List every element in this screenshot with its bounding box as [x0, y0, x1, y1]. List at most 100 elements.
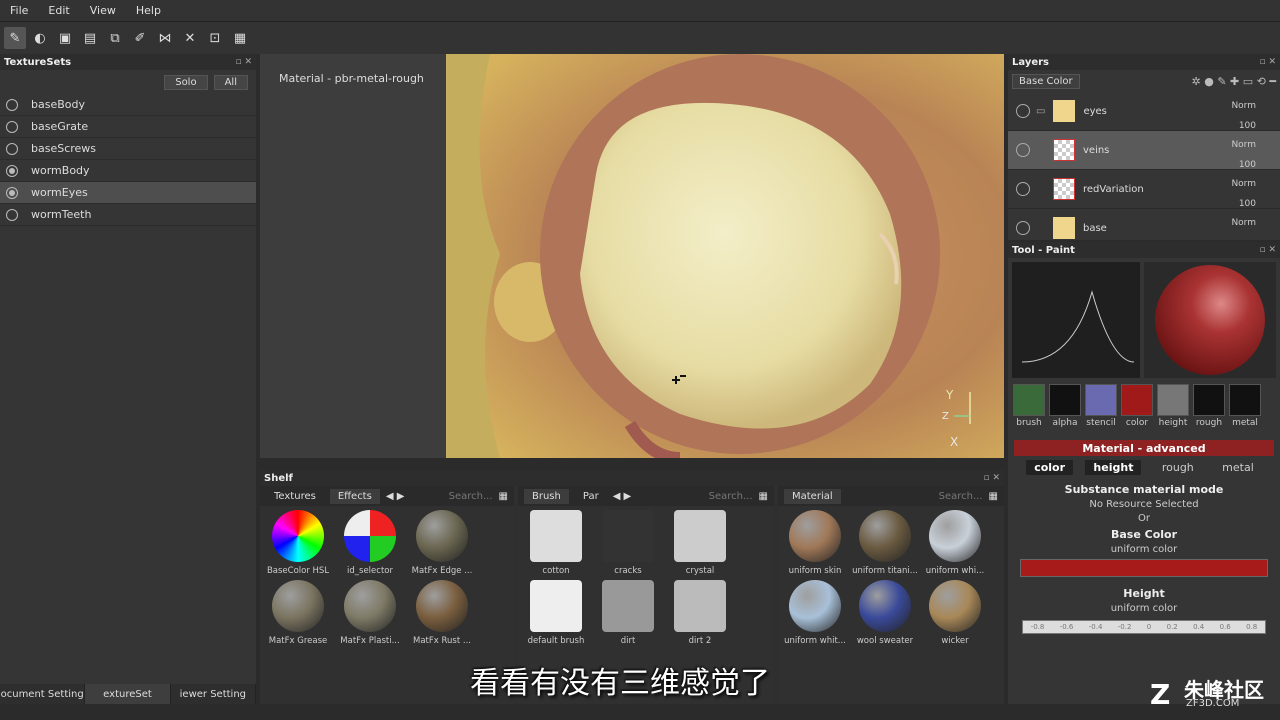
- layer-row[interactable]: ▭ eyes Norm 100: [1008, 92, 1280, 131]
- visibility-eye-icon[interactable]: [1016, 143, 1030, 157]
- panel-controls-icon[interactable]: ▫ ✕: [235, 57, 256, 67]
- symmetry-icon[interactable]: ⋈: [154, 27, 176, 49]
- tab-particles[interactable]: Par: [575, 489, 607, 504]
- radio-icon[interactable]: [6, 186, 18, 199]
- shelf-item[interactable]: wicker: [922, 580, 988, 646]
- square-icon[interactable]: ⊡: [204, 27, 226, 49]
- channel-color[interactable]: color: [1120, 384, 1154, 428]
- grid-view-icon[interactable]: ▦: [499, 491, 508, 502]
- eraser-icon[interactable]: ◐: [29, 27, 51, 49]
- textureset-row[interactable]: baseScrews: [0, 138, 256, 160]
- layer-row[interactable]: veins Norm 100: [1008, 131, 1280, 170]
- visibility-eye-icon[interactable]: [1016, 104, 1030, 118]
- tab-viewer-settings[interactable]: iewer Setting: [171, 684, 256, 704]
- tab-textureset-settings[interactable]: extureSet: [85, 684, 171, 704]
- shelf-item[interactable]: default brush: [522, 580, 590, 646]
- tab-brush[interactable]: Brush: [524, 488, 569, 504]
- paint-brush-icon[interactable]: ✎: [4, 27, 26, 49]
- shelf-item[interactable]: crystal: [666, 510, 734, 576]
- layer-opacity[interactable]: 100: [1239, 160, 1256, 170]
- grid-view-icon[interactable]: ▦: [989, 491, 998, 502]
- layer-row[interactable]: redVariation Norm 100: [1008, 170, 1280, 209]
- textureset-row[interactable]: baseGrate: [0, 116, 256, 138]
- layer-opacity[interactable]: 100: [1239, 121, 1256, 131]
- tab-material[interactable]: Material: [784, 488, 841, 504]
- menu-file[interactable]: File: [0, 4, 38, 17]
- textureset-row[interactable]: wormEyes: [0, 182, 256, 204]
- shelf-item[interactable]: uniform titani...: [852, 510, 918, 576]
- panel-controls-icon[interactable]: ▫ ✕: [1259, 57, 1280, 67]
- fill-icon[interactable]: ▤: [79, 27, 101, 49]
- shelf-item-label: BaseColor HSL: [266, 566, 330, 576]
- visibility-eye-icon[interactable]: [1016, 182, 1030, 196]
- layer-row[interactable]: base Norm: [1008, 209, 1280, 240]
- channel-metal[interactable]: metal: [1228, 384, 1262, 428]
- channel-alpha[interactable]: alpha: [1048, 384, 1082, 428]
- shelf-item[interactable]: MatFx Edge ...: [408, 510, 476, 576]
- textureset-row[interactable]: wormBody: [0, 160, 256, 182]
- channel-dropdown[interactable]: Base Color: [1012, 73, 1080, 89]
- shelf-item[interactable]: id_selector: [336, 510, 404, 576]
- projection-icon[interactable]: ▣: [54, 27, 76, 49]
- base-color-swatch[interactable]: [1020, 559, 1268, 577]
- solo-button[interactable]: Solo: [164, 74, 208, 90]
- prev-arrow-icon[interactable]: ◀ ▶: [613, 491, 632, 502]
- menu-help[interactable]: Help: [126, 4, 171, 17]
- shelf-item[interactable]: uniform whi...: [922, 510, 988, 576]
- tab-textures[interactable]: Textures: [266, 489, 324, 504]
- shelf-item[interactable]: cracks: [594, 510, 662, 576]
- clone-icon[interactable]: ⧉: [104, 27, 126, 49]
- panel-controls-icon[interactable]: ▫ ✕: [983, 473, 1004, 483]
- all-button[interactable]: All: [213, 74, 248, 90]
- panel-controls-icon[interactable]: ▫ ✕: [1259, 245, 1280, 255]
- shelf-item[interactable]: BaseColor HSL: [264, 510, 332, 576]
- radio-icon[interactable]: [6, 120, 18, 133]
- shelf-item[interactable]: dirt: [594, 580, 662, 646]
- layer-tools-icon[interactable]: ✲ ● ✎ ✚ ▭ ⟲ ━: [1192, 75, 1276, 88]
- layer-opacity[interactable]: 100: [1239, 199, 1256, 209]
- channel-stencil[interactable]: stencil: [1084, 384, 1118, 428]
- mat-tab-height[interactable]: height: [1085, 460, 1142, 475]
- channel-brush[interactable]: brush: [1012, 384, 1046, 428]
- shelf-item[interactable]: MatFx Grease: [264, 580, 332, 646]
- textureset-row[interactable]: baseBody: [0, 94, 256, 116]
- mat-tab-rough[interactable]: rough: [1154, 460, 1202, 475]
- height-slider[interactable]: -0.8 -0.6 -0.4 -0.2 0 0.2 0.4 0.6 0.8: [1022, 620, 1266, 634]
- search-input[interactable]: Search...: [449, 491, 493, 502]
- channel-rough[interactable]: rough: [1192, 384, 1226, 428]
- layer-blend[interactable]: Norm: [1231, 140, 1256, 150]
- tab-document-settings[interactable]: ocument Setting: [0, 684, 86, 704]
- mirror-icon[interactable]: ✕: [179, 27, 201, 49]
- shelf-item[interactable]: MatFx Rust ...: [408, 580, 476, 646]
- 3d-viewport[interactable]: Y Z X: [260, 54, 1004, 458]
- prev-arrow-icon[interactable]: ◀ ▶: [386, 491, 405, 502]
- shelf-item[interactable]: uniform skin: [782, 510, 848, 576]
- no-resource-label[interactable]: No Resource Selected: [1008, 499, 1280, 510]
- shelf-item[interactable]: uniform whit...: [782, 580, 848, 646]
- shelf-item[interactable]: cotton: [522, 510, 590, 576]
- layer-blend[interactable]: Norm: [1231, 179, 1256, 189]
- radio-icon[interactable]: [6, 208, 18, 221]
- search-input[interactable]: Search...: [709, 491, 753, 502]
- radio-icon[interactable]: [6, 164, 18, 177]
- shelf-item[interactable]: wool sweater: [852, 580, 918, 646]
- channel-height[interactable]: height: [1156, 384, 1190, 428]
- menu-view[interactable]: View: [80, 4, 126, 17]
- search-input[interactable]: Search...: [939, 491, 983, 502]
- visibility-eye-icon[interactable]: [1016, 221, 1030, 235]
- picker-icon[interactable]: ✐: [129, 27, 151, 49]
- mat-tab-color[interactable]: color: [1026, 460, 1074, 475]
- layer-blend[interactable]: Norm: [1231, 101, 1256, 111]
- shelf-item[interactable]: dirt 2: [666, 580, 734, 646]
- camera-icon[interactable]: ▦: [229, 27, 251, 49]
- radio-icon[interactable]: [6, 142, 18, 155]
- mat-tab-metal[interactable]: metal: [1214, 460, 1262, 475]
- radio-icon[interactable]: [6, 98, 18, 111]
- layer-blend[interactable]: Norm: [1231, 218, 1256, 228]
- menu-edit[interactable]: Edit: [38, 4, 79, 17]
- grid-view-icon[interactable]: ▦: [759, 491, 768, 502]
- textureset-row[interactable]: wormTeeth: [0, 204, 256, 226]
- shelf-item[interactable]: MatFx Plasti...: [336, 580, 404, 646]
- tab-effects[interactable]: Effects: [329, 488, 380, 504]
- material-advanced-header[interactable]: Material - advanced: [1014, 440, 1274, 456]
